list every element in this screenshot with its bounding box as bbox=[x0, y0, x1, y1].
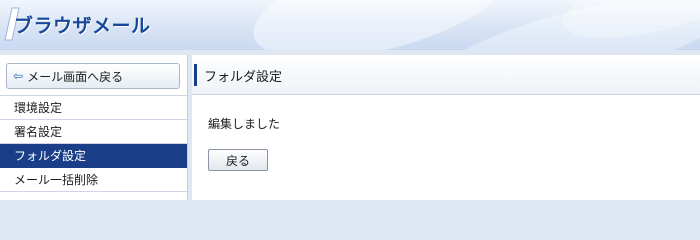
back-button[interactable]: 戻る bbox=[208, 149, 268, 171]
settings-menu: 環境設定 署名設定 フォルダ設定 メール一括削除 bbox=[0, 95, 187, 192]
sidebar-item-signature-settings[interactable]: 署名設定 bbox=[0, 120, 187, 144]
sidebar-item-bulk-delete[interactable]: メール一括削除 bbox=[0, 168, 187, 192]
title-accent-bar bbox=[194, 64, 197, 86]
app-title: ブラウザメール bbox=[14, 15, 151, 37]
left-arrow-icon: ⇦ bbox=[13, 69, 24, 83]
header-decoration bbox=[242, 0, 518, 50]
back-to-mail-button[interactable]: ⇦ メール画面へ戻る bbox=[6, 63, 180, 89]
sidebar-item-folder-settings[interactable]: フォルダ設定 bbox=[0, 144, 187, 168]
app-header: ブラウザメール bbox=[0, 0, 700, 50]
main-content: フォルダ設定 編集しました 戻る bbox=[192, 55, 700, 200]
sidebar-item-environment-settings[interactable]: 環境設定 bbox=[0, 96, 187, 120]
page-title: フォルダ設定 bbox=[204, 70, 283, 85]
back-to-mail-label: メール画面へ戻る bbox=[27, 69, 124, 84]
sidebar: ⇦ メール画面へ戻る 環境設定 署名設定 フォルダ設定 メール一括削除 bbox=[0, 55, 188, 200]
title-bar: フォルダ設定 bbox=[192, 55, 700, 95]
status-message: 編集しました bbox=[208, 117, 281, 131]
